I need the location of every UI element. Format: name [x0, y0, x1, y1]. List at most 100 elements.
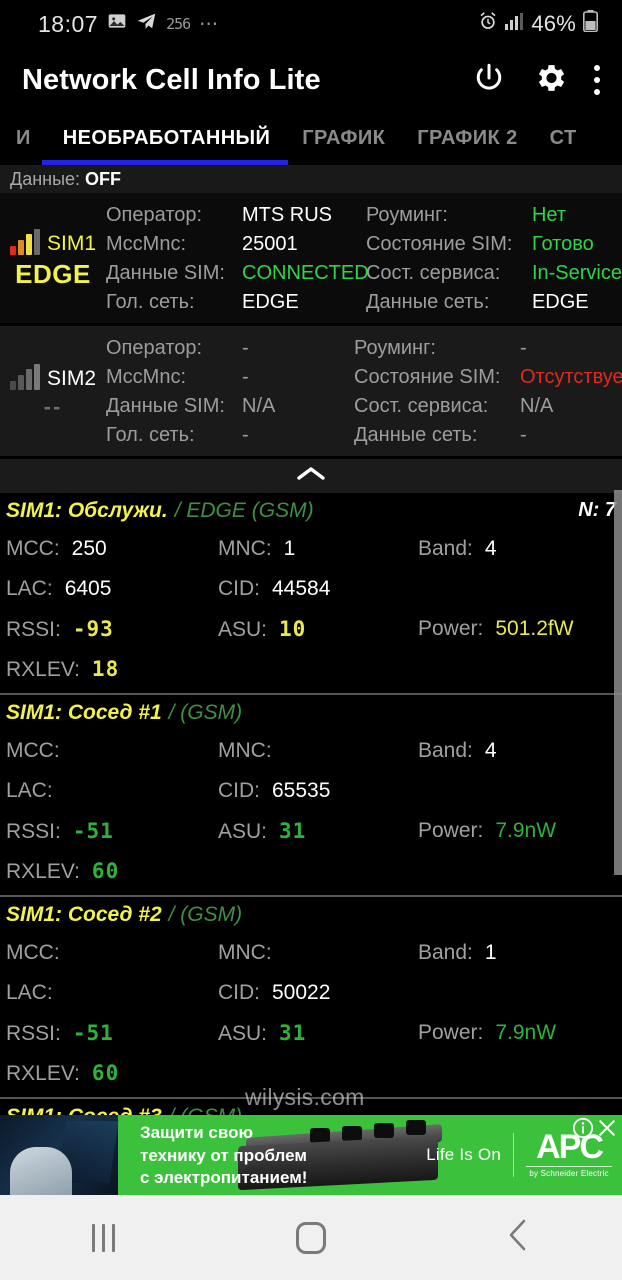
rxlev-value: 60: [91, 858, 120, 883]
data-status-label: Данные:: [10, 168, 81, 189]
mcc-field-neighbor-2: MCC:: [6, 941, 218, 965]
ad-controls[interactable]: [572, 1117, 618, 1144]
vertical-scrollbar[interactable]: [614, 490, 622, 875]
mnc-field-neighbor-2: MNC:: [218, 941, 418, 965]
rxlev-key: RXLEV:: [6, 657, 80, 681]
lac-key: LAC:: [6, 577, 53, 600]
ad-brand-sub: by Schneider Electric: [529, 1168, 609, 1178]
app-title: Network Cell Info Lite: [22, 63, 321, 96]
alarm-icon: [478, 11, 498, 37]
cell-block-neighbor-1[interactable]: SIM1: Сосед #1 / (GSM) MCC: MNC: Band: 4 …: [0, 695, 622, 895]
recents-icon: [92, 1223, 116, 1252]
sim2-datasim-value: N/A: [242, 395, 276, 417]
sim1-tech: EDGE: [15, 258, 91, 289]
sim2-panel[interactable]: SIM2 -- Оператор: - MccMnc: - Данные SIM: N…: [0, 326, 622, 456]
rssi-field-neighbor-2: RSSI: -51: [6, 1021, 218, 1046]
sim2-identity: SIM2 --: [0, 334, 106, 450]
sim1-signal-bars-icon: [9, 228, 40, 255]
rxlev-value: 18: [91, 656, 120, 681]
asu-value: 31: [279, 818, 307, 843]
power-value: 7.9nW: [495, 1021, 557, 1044]
sim1-mccmnc-row: MccMnc: 25001: [106, 230, 358, 259]
rssi-key: RSSI:: [6, 1021, 61, 1045]
cell-subtitle-serving: / EDGE (GSM): [174, 499, 314, 522]
tab-bar[interactable]: И НЕОБРАБОТАННЫЙ ГРАФИК ГРАФИК 2 СТ: [0, 112, 622, 165]
mcc-value: 250: [71, 537, 107, 560]
sim2-column-left: Оператор: - MccMnc: - Данные SIM: N/A Гол. …: [106, 334, 346, 450]
rxlev-field-neighbor-2: RXLEV: 60: [6, 1061, 218, 1086]
cid-value: 50022: [272, 981, 331, 1004]
status-bar: 18:07 256 ⋯ 46%: [0, 0, 622, 48]
sim2-servicestate-key: Сост. сервиса:: [354, 395, 489, 417]
rxlev-key: RXLEV:: [6, 1061, 80, 1085]
back-button[interactable]: [458, 1210, 578, 1266]
power-field-neighbor-1: Power: 7.9nW: [418, 819, 622, 843]
info-icon[interactable]: [572, 1117, 594, 1144]
sim2-fields: Оператор: - MccMnc: - Данные SIM: N/A Гол. …: [106, 334, 622, 450]
sim1-operator-value: MTS RUS: [242, 204, 332, 226]
tab-4[interactable]: СТ: [534, 112, 593, 165]
rxlev-key: RXLEV:: [6, 859, 80, 883]
asu-field-serving: ASU: 10: [218, 617, 418, 642]
kebab-menu-icon[interactable]: [594, 65, 600, 95]
mnc-value: 1: [283, 537, 296, 560]
rssi-value: -93: [72, 616, 114, 641]
mnc-key: MNC:: [218, 739, 272, 762]
sim1-badge: SIM1: [9, 228, 96, 255]
band-value: 4: [484, 537, 497, 560]
rssi-key: RSSI:: [6, 819, 61, 843]
mnc-field-serving: MNC: 1: [218, 537, 418, 561]
sim2-voicenet-key: Гол. сеть:: [106, 424, 195, 446]
sim1-mccmnc-value: 25001: [242, 233, 298, 255]
sim1-operator-row: Оператор: MTS RUS: [106, 201, 358, 230]
ad-banner[interactable]: Защити свою технику от проблем с электро…: [0, 1115, 622, 1195]
mnc-field-neighbor-1: MNC:: [218, 739, 418, 763]
sim2-servicestate-value: N/A: [520, 395, 554, 417]
sim1-datasim-value: CONNECTED: [242, 262, 369, 284]
cid-key: CID:: [218, 577, 260, 600]
rxlev-field-neighbor-1: RXLEV: 60: [6, 859, 218, 884]
recents-button[interactable]: [44, 1210, 164, 1266]
mnc-key: MNC:: [218, 537, 272, 560]
power-value: 7.9nW: [495, 819, 557, 842]
sim2-tech: --: [43, 394, 63, 419]
cid-field-neighbor-1: CID: 65535: [218, 779, 418, 803]
home-button[interactable]: [251, 1210, 371, 1266]
ad-tagline: Life Is On: [426, 1145, 501, 1164]
sim2-mccmnc-row: MccMnc: -: [106, 363, 346, 392]
tab-0[interactable]: И: [0, 112, 47, 165]
chevron-up-icon: [294, 464, 328, 489]
rssi-field-serving: RSSI: -93: [6, 617, 218, 642]
collapse-panel-button[interactable]: [0, 459, 622, 493]
cell-row-lac-neighbor-2: LAC: CID: 50022: [0, 973, 622, 1013]
sim2-label: SIM2: [46, 367, 96, 390]
power-icon[interactable]: [472, 61, 506, 100]
power-key: Power:: [418, 819, 484, 842]
close-icon[interactable]: [596, 1117, 618, 1144]
sim1-fields: Оператор: MTS RUS MccMnc: 25001 Данные SIM…: [106, 201, 622, 317]
system-navigation-bar[interactable]: [0, 1195, 622, 1280]
sim1-simstate-value: Готово: [531, 233, 594, 255]
cell-block-serving[interactable]: SIM1: Обслужи. / EDGE (GSM) N: 7 MCC: 250…: [0, 493, 622, 693]
status-time: 18:07: [38, 10, 99, 37]
power-value: 501.2fW: [495, 617, 574, 640]
mcc-key: MCC:: [6, 537, 60, 560]
cell-block-neighbor-2[interactable]: SIM1: Сосед #2 / (GSM) MCC: MNC: Band: 1 …: [0, 897, 622, 1097]
sim2-datanet-value: -: [520, 424, 527, 446]
asu-key: ASU:: [218, 819, 268, 843]
cell-list[interactable]: SIM1: Обслужи. / EDGE (GSM) N: 7 MCC: 250…: [0, 493, 622, 1139]
tab-graph-2[interactable]: ГРАФИК 2: [401, 112, 533, 165]
mcc-key: MCC:: [6, 941, 60, 964]
power-key: Power:: [418, 617, 484, 640]
rxlev-field-serving: RXLEV: 18: [6, 657, 218, 682]
cell-title-neighbor-2: SIM1: Сосед #2: [6, 903, 162, 926]
sim1-roaming-row: Роуминг: Нет: [366, 201, 622, 230]
tab-graph[interactable]: ГРАФИК: [286, 112, 401, 165]
gear-icon[interactable]: [532, 60, 568, 101]
tab-raw[interactable]: НЕОБРАБОТАННЫЙ: [47, 112, 287, 165]
cell-title-serving: SIM1: Обслужи.: [6, 499, 168, 522]
sim1-panel[interactable]: SIM1 EDGE Оператор: MTS RUS MccMnc: 25001 …: [0, 193, 622, 323]
band-value: 4: [484, 739, 497, 762]
cell-header-neighbor-1: SIM1: Сосед #1 / (GSM): [0, 695, 622, 731]
data-status-value: OFF: [85, 168, 122, 189]
